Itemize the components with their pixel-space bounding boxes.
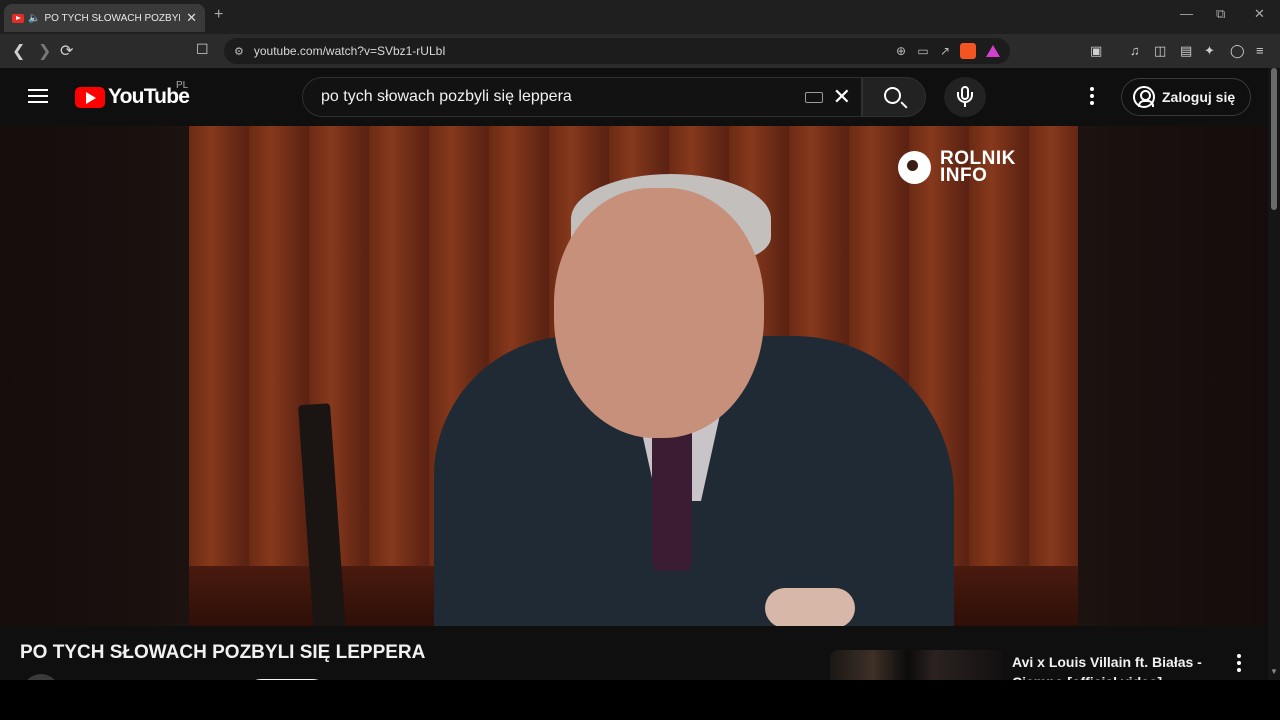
sidebar-icon[interactable]: ◫: [1154, 43, 1166, 59]
address-bar[interactable]: ⚙ youtube.com/watch?v=SVbz1-rULbI ⊕ ▭ ↗: [224, 38, 1010, 64]
media-icon[interactable]: ♫: [1130, 43, 1140, 58]
tab-title: PO TYCH SŁOWACH POZBYLI: [44, 12, 181, 24]
wallet-icon[interactable]: ▤: [1180, 43, 1192, 59]
search-box[interactable]: po tych słowach pozbyli się leppera ✕: [302, 77, 862, 117]
menu-icon[interactable]: ≡: [1256, 43, 1264, 58]
youtube-logo[interactable]: YouTube PL: [75, 80, 190, 109]
page-scrollbar[interactable]: ▲ ▼: [1268, 68, 1280, 680]
cast-icon[interactable]: ▭: [912, 44, 934, 58]
clear-search-icon[interactable]: ✕: [833, 84, 851, 110]
account-icon: [1133, 86, 1155, 108]
site-info-icon[interactable]: ⚙: [234, 45, 244, 58]
brave-shields-icon[interactable]: [960, 43, 976, 59]
youtube-page: YouTube PL po tych słowach pozbyli się l…: [0, 68, 1268, 713]
brave-rewards-icon[interactable]: [986, 45, 1000, 57]
browser-tab[interactable]: 🔈 PO TYCH SŁOWACH POZBYLI ✕: [4, 4, 205, 32]
bottom-edge: [0, 680, 1280, 720]
vpn-icon[interactable]: ◯: [1230, 43, 1245, 59]
close-tab-icon[interactable]: ✕: [186, 10, 197, 26]
url-text: youtube.com/watch?v=SVbz1-rULbI: [253, 44, 446, 58]
guide-menu-icon[interactable]: [28, 89, 48, 103]
screenshot-icon[interactable]: ▣: [1090, 43, 1102, 59]
rolnik-info-watermark: ROLNIK INFO: [898, 149, 1016, 186]
new-tab-button[interactable]: +: [214, 6, 223, 24]
keyboard-icon[interactable]: [804, 91, 823, 103]
signin-button[interactable]: Zaloguj się: [1121, 78, 1251, 116]
minimize-icon[interactable]: —: [1180, 6, 1193, 21]
search-icon: [884, 87, 901, 104]
video-frame[interactable]: ROLNIK INFO: [189, 126, 1078, 626]
reload-icon[interactable]: ⟳: [60, 41, 73, 61]
video-title: PO TYCH SŁOWACH POZBYLI SIĘ LEPPERA: [20, 642, 426, 663]
search-input[interactable]: po tych słowach pozbyli się leppera: [303, 88, 805, 106]
forward-icon[interactable]: ❯: [38, 41, 51, 61]
scroll-down-icon[interactable]: ▼: [1270, 667, 1278, 676]
browser-toolbar: ❮ ❯ ⟳ ☐ ⚙ youtube.com/watch?v=SVbz1-rULb…: [0, 34, 1280, 68]
leo-ai-icon[interactable]: ✦: [1204, 43, 1215, 59]
watermark-line2: INFO: [940, 165, 988, 186]
voice-search-button[interactable]: [944, 77, 986, 117]
zoom-icon[interactable]: ⊕: [890, 44, 912, 58]
youtube-play-icon: [75, 86, 105, 108]
video-player[interactable]: ROLNIK INFO: [0, 126, 1268, 626]
rolnik-logo-icon: [898, 150, 931, 184]
related-more-icon[interactable]: [1236, 654, 1242, 674]
bookmark-icon[interactable]: ☐: [196, 41, 209, 58]
close-window-icon[interactable]: ✕: [1254, 6, 1265, 22]
youtube-favicon-icon: [12, 13, 24, 23]
browser-tab-strip: 🔈 PO TYCH SŁOWACH POZBYLI ✕ + — ⧉ ✕: [0, 0, 1280, 34]
masthead: YouTube PL po tych słowach pozbyli się l…: [0, 68, 1268, 126]
scrollbar-thumb[interactable]: [1271, 68, 1277, 210]
share-icon[interactable]: ↗: [934, 44, 956, 58]
back-icon[interactable]: ❮: [12, 41, 25, 61]
signin-label: Zaloguj się: [1162, 89, 1236, 105]
settings-menu-icon[interactable]: [1089, 87, 1095, 107]
restore-icon[interactable]: ⧉: [1216, 6, 1225, 22]
speaker-icon[interactable]: 🔈: [28, 13, 40, 24]
country-code: PL: [176, 80, 189, 91]
search-button[interactable]: [862, 77, 926, 117]
